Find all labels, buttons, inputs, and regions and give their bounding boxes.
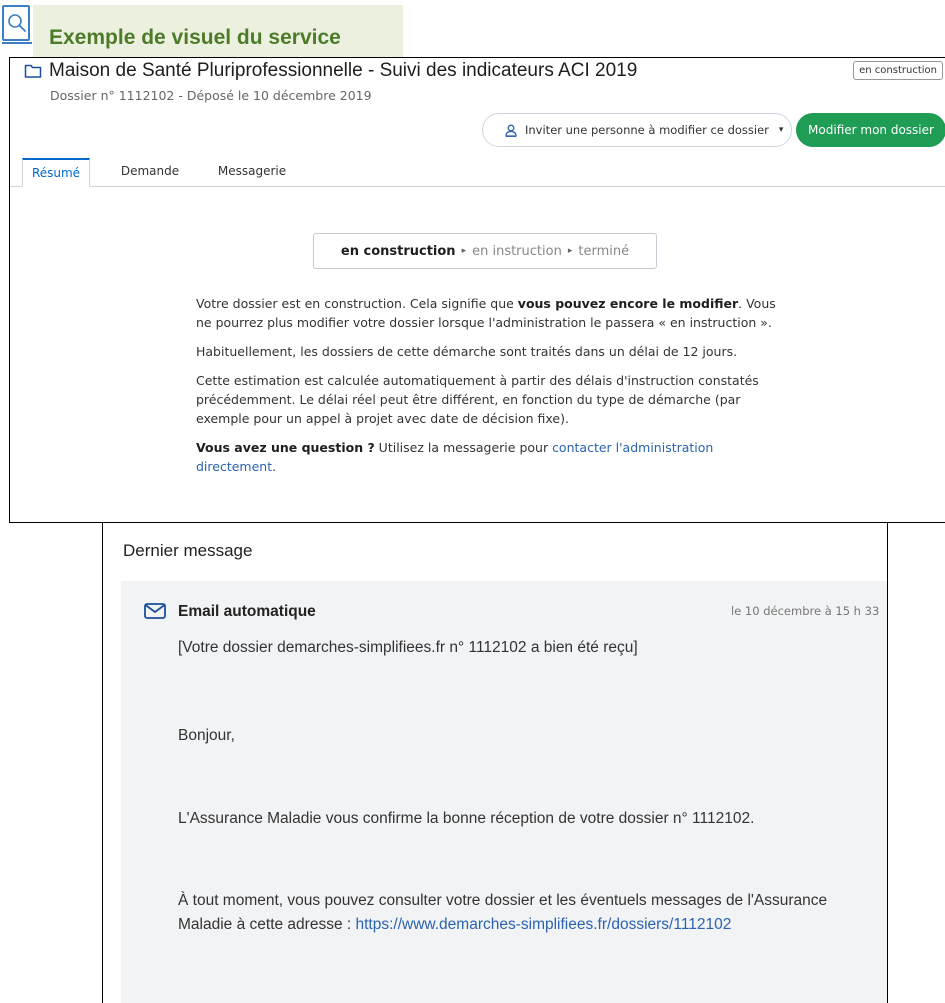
status-step-instruction: en instruction [472,243,562,259]
invite-person-button[interactable]: Inviter une personne à modifier ce dossi… [482,113,792,147]
tab-messagerie[interactable]: Messagerie [202,158,302,186]
summary-paragraph-4: Vous avez une question ? Utilisez la mes… [196,440,714,474]
message-date: le 10 décembre à 15 h 33 [731,604,880,618]
dossier-panel: Maison de Santé Pluriprofessionnelle - S… [9,57,945,523]
mail-icon [144,603,166,619]
dossier-subtitle: Dossier n° 1112102 - Déposé le 10 décemb… [50,88,372,103]
summary-paragraph-1: Votre dossier est en construction. Cela … [196,296,776,330]
summary-paragraph-2: Habituellement, les dossiers de cette dé… [196,344,738,359]
summary-paragraph-3: Cette estimation est calculée automatiqu… [196,373,759,426]
search-icon [8,14,26,32]
user-icon [505,124,517,137]
last-message-panel: Dernier message Email automatique le 10 … [102,522,888,1003]
tabs-bar: Résumé Demande Messagerie [10,158,945,187]
summary-text: Votre dossier est en construction. Cela … [196,294,786,486]
message-card: Email automatique le 10 décembre à 15 h … [121,581,887,1003]
status-step-current: en construction [340,243,456,259]
tab-resume[interactable]: Résumé [22,158,90,187]
status-badge: en construction [853,61,943,80]
arrow-right-icon: ▸ [461,246,467,256]
chevron-down-icon: ▾ [778,125,784,135]
invite-button-label: Inviter une personne à modifier ce dossi… [525,123,769,137]
tab-demande[interactable]: Demande [110,158,190,186]
status-stepper: en construction ▸ en instruction ▸ termi… [313,233,657,269]
status-step-termine: terminé [578,243,630,259]
caption-title: Exemple de visuel du service [49,26,341,49]
edit-dossier-button[interactable]: Modifier mon dossier [796,113,945,147]
message-sender: Email automatique [178,603,316,620]
message-body-2: À tout moment, vous pouvez consulter vot… [178,892,828,933]
dossier-title: Maison de Santé Pluriprofessionnelle - S… [49,60,638,81]
dossier-url-link[interactable]: https://www.demarches-simplifiees.fr/dos… [356,916,732,933]
message-subject: [Votre dossier demarches-simplifiees.fr … [178,639,638,656]
message-greeting: Bonjour, [178,727,235,744]
search-icon-box [2,5,30,41]
message-body-1: L'Assurance Maladie vous confirme la bon… [178,810,755,827]
caption-underline [2,42,32,44]
arrow-right-icon: ▸ [567,246,573,256]
last-message-heading: Dernier message [123,541,253,560]
folder-icon [24,64,42,78]
